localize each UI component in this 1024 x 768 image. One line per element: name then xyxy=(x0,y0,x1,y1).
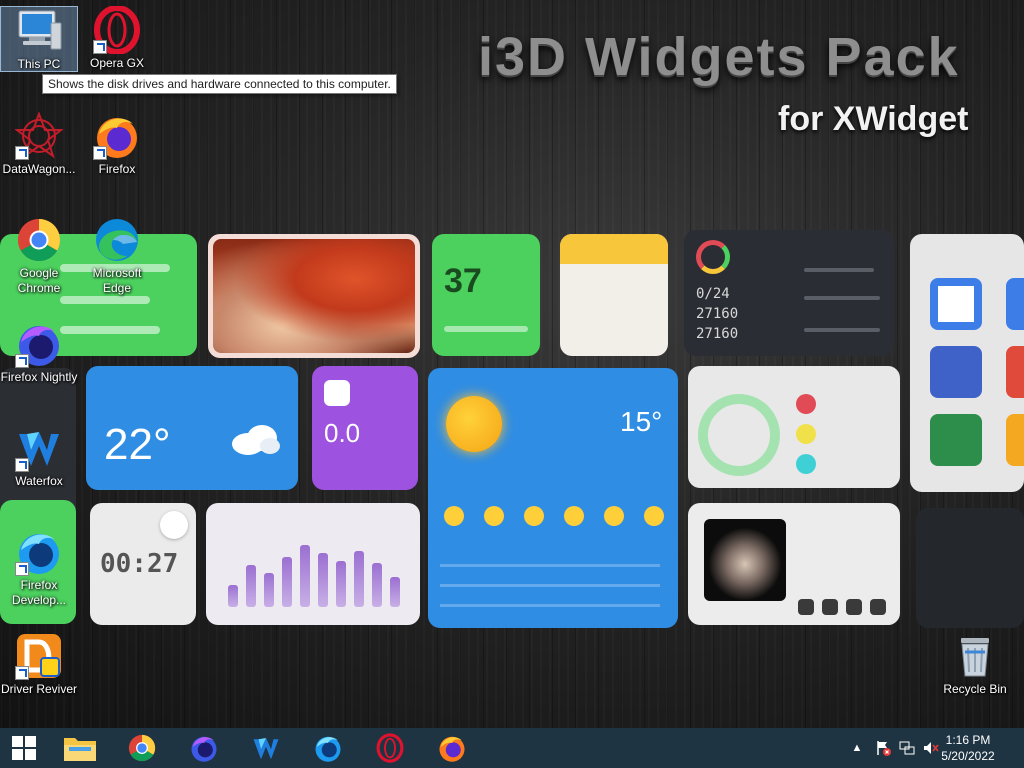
taskbar-file-explorer[interactable] xyxy=(60,732,100,764)
wallpaper-widget-purple: 0.0 xyxy=(312,366,418,490)
forecast-temperature: 15° xyxy=(620,406,663,437)
driver-reviver-icon xyxy=(15,632,63,680)
desktop-icon-recycle-bin[interactable]: Recycle Bin xyxy=(936,632,1014,697)
firefox-icon xyxy=(439,736,465,762)
tray-action-center[interactable] xyxy=(872,728,894,768)
firefox-developer-icon xyxy=(315,736,341,762)
desktop-icon-label: Opera GX xyxy=(89,56,145,70)
desktop-icon-datawagon[interactable]: DataWagon... xyxy=(0,111,78,177)
wallpaper-widget-donut xyxy=(688,366,900,488)
desktop-icon-opera-gx[interactable]: Opera GX xyxy=(78,5,156,71)
desktop-icon-label: DataWagon... xyxy=(2,162,76,176)
firefox-developer-icon xyxy=(15,528,63,576)
desktop-icon-label: Recycle Bin xyxy=(943,682,1007,696)
start-button[interactable] xyxy=(4,732,44,764)
taskbar-firefox[interactable] xyxy=(432,732,472,764)
desktop-icon-label: Firefox Develop... xyxy=(11,578,67,607)
weather-temperature: 22° xyxy=(104,420,171,469)
wallpaper-widget-forecast: 15° xyxy=(428,368,678,628)
taskbar-clock[interactable]: 1:16 PM 5/20/2022 xyxy=(934,732,1002,764)
desktop-icon-firefox-nightly[interactable]: Firefox Nightly xyxy=(0,320,78,385)
shortcut-arrow-icon xyxy=(15,354,29,368)
taskbar: ▲ 1:16 PM 5/20/2022 xyxy=(0,728,1024,768)
wallpaper-title: i3D Widgets Pack xyxy=(478,27,960,87)
waterfox-icon xyxy=(253,738,279,760)
desktop-icon-label: Microsoft Edge xyxy=(92,266,142,295)
waterfox-icon xyxy=(15,424,63,472)
network-icon xyxy=(899,741,915,755)
show-hidden-icons-button[interactable]: ▲ xyxy=(848,728,866,768)
wallpaper-widget-app-grid xyxy=(910,234,1024,492)
recycle-bin-icon xyxy=(951,632,999,680)
desktop-icon-label: Waterfox xyxy=(15,474,63,488)
desktop-icon-label: This PC xyxy=(17,57,61,71)
desktop-icon-driver-reviver[interactable]: Driver Reviver xyxy=(0,632,78,697)
desktop-icon-google-chrome[interactable]: Google Chrome xyxy=(0,216,78,296)
desktop-wallpaper[interactable]: i3D Widgets Pack for XWidget 37 0/24 271… xyxy=(0,0,1024,728)
taskbar-opera-gx[interactable] xyxy=(370,732,410,764)
tooltip: Shows the disk drives and hardware conne… xyxy=(42,74,397,94)
desktop-icon-label: Firefox Nightly xyxy=(0,370,78,384)
datawagon-icon xyxy=(14,111,64,160)
shortcut-arrow-icon xyxy=(93,40,107,54)
taskbar-chrome[interactable] xyxy=(122,732,162,764)
desktop-icon-microsoft-edge[interactable]: Microsoft Edge xyxy=(78,216,156,296)
wallpaper-widget-dark-panel xyxy=(916,508,1024,628)
activity-line-1: 0/24 xyxy=(696,286,730,302)
taskbar-firefox-developer[interactable] xyxy=(308,732,348,764)
folder-icon xyxy=(64,738,96,761)
purple-value: 0.0 xyxy=(324,418,361,448)
wallpaper-widget-weather: 22° xyxy=(86,366,298,490)
shortcut-arrow-icon xyxy=(15,146,29,160)
activity-line-3: 27160 xyxy=(696,326,739,342)
edge-icon xyxy=(93,216,141,264)
wallpaper-widget-music xyxy=(688,503,900,625)
wallpaper-subtitle: for XWidget xyxy=(778,100,969,138)
chrome-icon xyxy=(128,734,156,762)
this-pc-icon xyxy=(15,7,63,55)
wallpaper-widget-note xyxy=(560,234,668,356)
shortcut-arrow-icon xyxy=(15,666,29,680)
wallpaper-widget-clock: 00:27 xyxy=(90,503,196,625)
shortcut-arrow-icon xyxy=(93,146,107,160)
desktop-icon-this-pc[interactable]: This PC xyxy=(0,6,78,72)
wallpaper-widget-equalizer xyxy=(206,503,420,625)
opera-gx-icon xyxy=(93,5,141,55)
wallpaper-widget-steps: 37 xyxy=(432,234,540,356)
firefox-icon xyxy=(93,112,141,160)
taskbar-waterfox[interactable] xyxy=(246,732,286,764)
clock-time: 1:16 PM xyxy=(945,733,991,747)
desktop-icon-waterfox[interactable]: Waterfox xyxy=(0,424,78,489)
activity-line-2: 27160 xyxy=(696,306,739,322)
tray-network[interactable] xyxy=(896,728,918,768)
firefox-nightly-icon xyxy=(191,736,217,762)
wallpaper-widget-activity: 0/24 27160 27160 xyxy=(684,230,894,356)
desktop-icon-label: Google Chrome xyxy=(17,266,61,295)
chrome-icon xyxy=(15,216,63,264)
shortcut-arrow-icon xyxy=(15,458,29,472)
clock-date: 5/20/2022 xyxy=(941,749,995,763)
clock-widget-time: 00:27 xyxy=(100,549,179,579)
flag-alert-icon xyxy=(877,741,891,756)
desktop-icon-firefox[interactable]: Firefox xyxy=(78,112,156,177)
wallpaper-widget-photo xyxy=(208,234,420,358)
shortcut-arrow-icon xyxy=(15,562,29,576)
desktop-icon-label: Firefox xyxy=(98,162,136,176)
desktop-icon-firefox-developer[interactable]: Firefox Develop... xyxy=(0,528,78,608)
taskbar-firefox-nightly[interactable] xyxy=(184,732,224,764)
windows-logo-icon xyxy=(12,736,36,760)
desktop-icon-label: Driver Reviver xyxy=(0,682,77,696)
opera-gx-icon xyxy=(376,733,404,763)
steps-value: 37 xyxy=(444,262,482,300)
firefox-nightly-icon xyxy=(15,320,63,368)
chevron-up-icon: ▲ xyxy=(851,742,863,754)
